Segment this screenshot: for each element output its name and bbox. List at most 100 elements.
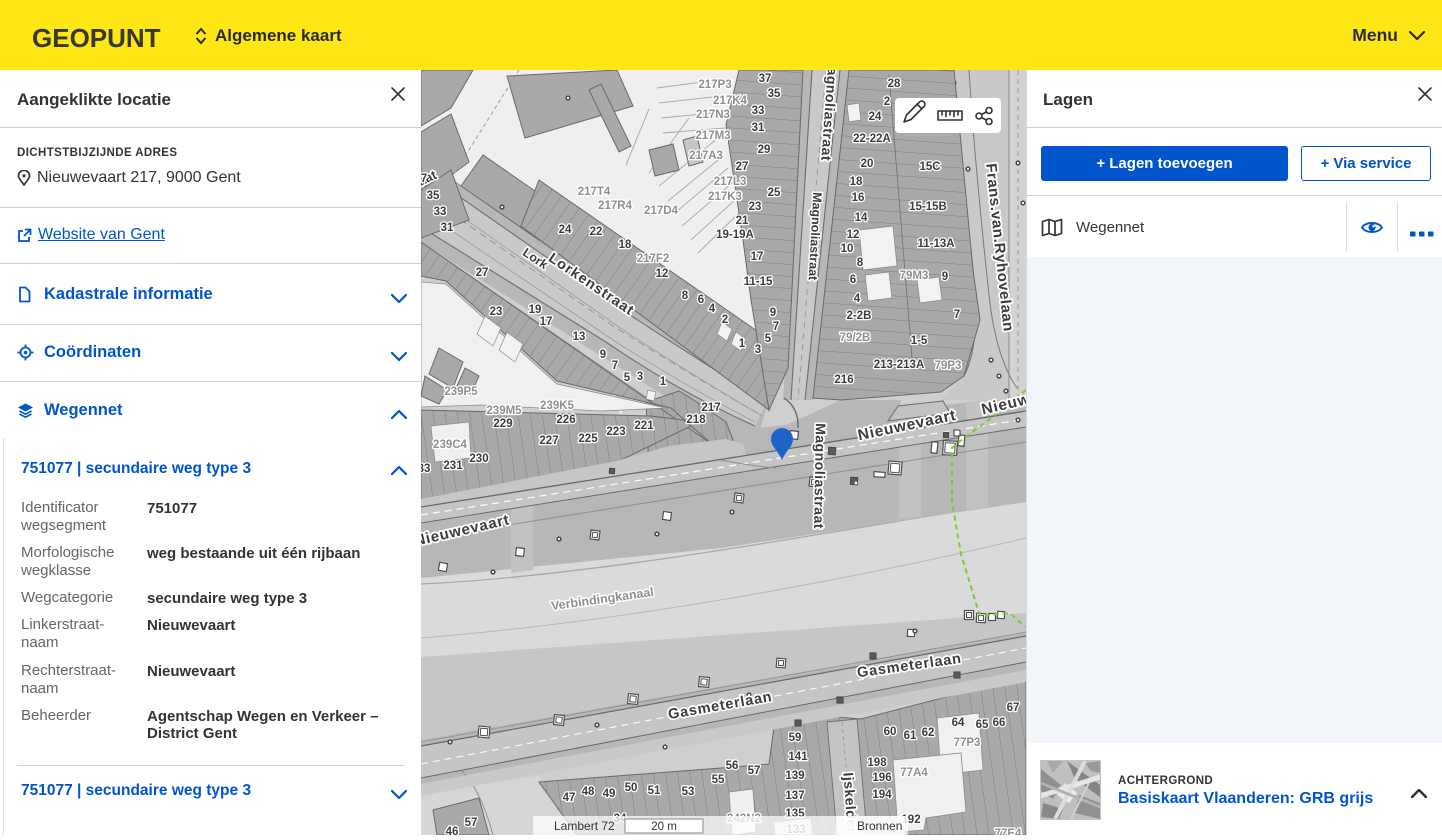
svg-text:33: 33 (434, 206, 447, 218)
svg-text:17: 17 (540, 316, 553, 328)
svg-text:65: 65 (976, 719, 989, 731)
svg-text:217R4: 217R4 (598, 200, 632, 212)
svg-text:46: 46 (446, 826, 459, 835)
svg-text:24: 24 (869, 111, 882, 123)
svg-text:217P3: 217P3 (698, 79, 731, 91)
svg-text:1: 1 (660, 376, 667, 388)
svg-text:2: 2 (722, 314, 728, 326)
svg-text:77A4: 77A4 (900, 767, 928, 779)
svg-text:13: 13 (573, 331, 586, 343)
svg-text:33: 33 (752, 105, 765, 117)
svg-text:7: 7 (612, 360, 618, 372)
svg-text:53: 53 (682, 786, 695, 798)
svg-text:5: 5 (624, 372, 631, 384)
svg-text:18: 18 (619, 239, 632, 251)
svg-text:23: 23 (490, 306, 503, 318)
svg-text:28: 28 (888, 78, 901, 90)
svg-text:37: 37 (759, 73, 772, 85)
svg-text:3: 3 (755, 344, 761, 356)
svg-text:141: 141 (788, 751, 808, 763)
svg-text:230: 230 (469, 453, 488, 465)
svg-text:64: 64 (952, 717, 965, 729)
svg-text:31: 31 (752, 122, 765, 134)
svg-text:47: 47 (563, 792, 576, 804)
svg-text:11-13A: 11-13A (917, 238, 954, 250)
svg-text:14: 14 (855, 212, 868, 224)
svg-text:2-2B: 2-2B (847, 310, 872, 322)
svg-text:62: 62 (922, 727, 935, 739)
svg-text:10: 10 (841, 243, 854, 255)
svg-text:2: 2 (884, 96, 890, 108)
svg-text:221: 221 (634, 420, 654, 432)
svg-text:66: 66 (993, 717, 1006, 729)
svg-text:51: 51 (648, 785, 661, 797)
svg-text:67: 67 (1007, 702, 1020, 714)
svg-text:217: 217 (701, 402, 720, 414)
svg-text:20 m: 20 m (651, 821, 677, 833)
svg-text:12: 12 (656, 268, 669, 280)
svg-text:226: 226 (556, 414, 575, 426)
svg-text:57: 57 (465, 817, 478, 829)
svg-text:Lambert 72: Lambert 72 (554, 819, 615, 833)
svg-text:239M5: 239M5 (486, 405, 522, 417)
svg-text:31: 31 (441, 222, 454, 234)
svg-text:8: 8 (857, 257, 864, 269)
svg-text:9: 9 (770, 307, 776, 319)
svg-text:1: 1 (739, 338, 746, 350)
svg-text:225: 225 (578, 433, 598, 445)
svg-text:19-19A: 19-19A (716, 229, 754, 241)
svg-text:217M3: 217M3 (695, 130, 730, 142)
svg-text:217F2: 217F2 (637, 253, 670, 265)
svg-text:216: 216 (834, 374, 853, 386)
svg-text:217A3: 217A3 (689, 150, 723, 162)
svg-text:217D4: 217D4 (644, 205, 678, 217)
svg-text:239C4: 239C4 (433, 439, 467, 451)
svg-text:24: 24 (559, 224, 572, 236)
svg-text:198: 198 (867, 757, 887, 769)
svg-text:217K4: 217K4 (713, 95, 747, 107)
svg-text:4: 4 (709, 303, 716, 315)
svg-text:239K5: 239K5 (540, 400, 574, 412)
svg-text:20: 20 (861, 158, 874, 170)
svg-text:1-5: 1-5 (911, 335, 928, 347)
svg-text:16: 16 (852, 192, 865, 204)
svg-text:22-22A: 22-22A (853, 133, 891, 145)
svg-text:12: 12 (847, 229, 860, 241)
svg-text:7: 7 (421, 173, 427, 185)
svg-text:18: 18 (850, 176, 863, 188)
svg-text:79M3: 79M3 (900, 270, 929, 282)
svg-text:194: 194 (872, 789, 892, 801)
svg-text:7: 7 (954, 309, 960, 321)
svg-text:19: 19 (529, 304, 542, 316)
svg-text:27: 27 (476, 267, 489, 279)
svg-text:231: 231 (443, 460, 463, 472)
svg-text:229: 229 (493, 418, 512, 430)
svg-text:17: 17 (751, 251, 764, 263)
svg-text:21: 21 (736, 215, 749, 227)
svg-text:79/2B: 79/2B (840, 332, 871, 344)
svg-text:8: 8 (682, 290, 689, 302)
svg-text:4: 4 (854, 293, 861, 305)
svg-text:227: 227 (539, 435, 558, 447)
svg-text:Bronnen: Bronnen (857, 819, 902, 833)
svg-text:60: 60 (884, 726, 897, 738)
svg-text:61: 61 (904, 730, 917, 742)
svg-text:33: 33 (421, 463, 430, 475)
svg-text:25: 25 (768, 187, 781, 199)
svg-text:7: 7 (773, 321, 779, 333)
svg-text:217L3: 217L3 (714, 176, 747, 188)
svg-text:55: 55 (712, 774, 725, 786)
svg-text:6: 6 (698, 294, 704, 306)
svg-text:48: 48 (582, 786, 595, 798)
svg-text:59: 59 (789, 732, 802, 744)
svg-text:56: 56 (726, 760, 739, 772)
svg-text:29: 29 (758, 144, 771, 156)
svg-text:213-213A: 213-213A (874, 359, 925, 371)
svg-text:15C: 15C (919, 161, 940, 173)
svg-text:217K3: 217K3 (708, 191, 742, 203)
svg-text:217N3: 217N3 (696, 109, 730, 121)
svg-text:27: 27 (736, 161, 749, 173)
svg-text:23: 23 (749, 201, 762, 213)
svg-text:139: 139 (785, 770, 804, 782)
svg-text:22: 22 (590, 226, 603, 238)
